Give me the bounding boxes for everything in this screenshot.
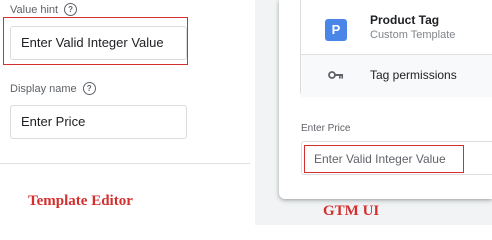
gtm-ui-caption: GTM UI — [323, 203, 380, 219]
tag-summary-card: P Product Tag Custom Template Tag permis… — [300, 0, 492, 97]
tag-title: Product Tag — [370, 13, 440, 27]
display-name-input[interactable]: Enter Price — [10, 105, 187, 139]
enter-price-placeholder-highlight: Enter Valid Integer Value — [304, 145, 464, 173]
tag-template-icon: P — [325, 19, 347, 41]
display-name-label-row: Display name ? — [10, 82, 96, 95]
value-hint-label-row: Value hint ? — [10, 3, 78, 16]
value-hint-label: Value hint — [10, 3, 59, 16]
enter-price-label: Enter Price — [301, 123, 351, 134]
tag-subtitle: Custom Template — [370, 29, 456, 41]
value-hint-input[interactable]: Enter Valid Integer Value — [10, 26, 187, 60]
tag-permissions-label: Tag permissions — [370, 68, 457, 82]
tag-row[interactable]: P Product Tag Custom Template — [301, 1, 492, 53]
key-icon — [328, 71, 343, 79]
template-editor-caption: Template Editor — [28, 193, 133, 209]
section-divider — [0, 163, 250, 164]
tag-permissions-row[interactable]: Tag permissions — [301, 55, 492, 97]
display-name-label: Display name — [10, 82, 77, 95]
help-circle-icon[interactable]: ? — [82, 82, 96, 95]
template-editor-panel: Value hint ? Enter Valid Integer Value D… — [0, 0, 250, 225]
help-circle-icon[interactable]: ? — [64, 3, 78, 16]
